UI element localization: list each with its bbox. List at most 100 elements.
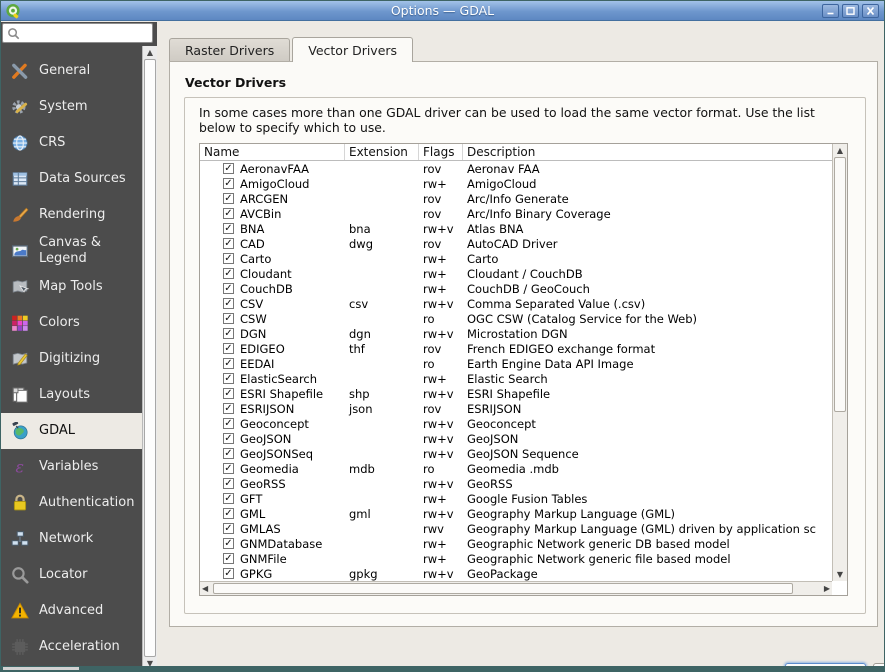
sidebar-item-advanced[interactable]: Advanced bbox=[1, 593, 142, 629]
sidebar-item-colors[interactable]: Colors bbox=[1, 305, 142, 341]
driver-checkbox[interactable] bbox=[223, 433, 234, 444]
scroll-left-icon[interactable]: ◀ bbox=[202, 585, 208, 593]
driver-checkbox[interactable] bbox=[223, 268, 234, 279]
table-row[interactable]: AeronavFAA rov Aeronav FAA bbox=[200, 161, 832, 176]
sidebar-scrollbar[interactable]: ▲ ▼ bbox=[142, 46, 157, 671]
driver-checkbox[interactable] bbox=[223, 508, 234, 519]
table-row[interactable]: Cloudant rw+ Cloudant / CouchDB bbox=[200, 266, 832, 281]
driver-checkbox[interactable] bbox=[223, 298, 234, 309]
sidebar-item-network[interactable]: Network bbox=[1, 521, 142, 557]
maximize-button[interactable] bbox=[842, 4, 859, 18]
sidebar-search[interactable] bbox=[2, 23, 153, 43]
driver-flags: rwv bbox=[419, 522, 463, 536]
column-header-name[interactable]: Name bbox=[200, 144, 345, 160]
table-row[interactable]: GeoJSONSeq rw+v GeoJSON Sequence bbox=[200, 446, 832, 461]
table-row[interactable]: ESRI Shapefile shp rw+v ESRI Shapefile bbox=[200, 386, 832, 401]
table-row[interactable]: GeoJSON rw+v GeoJSON bbox=[200, 431, 832, 446]
table-row[interactable]: GNMDatabase rw+ Geographic Network gener… bbox=[200, 536, 832, 551]
sidebar-item-variables[interactable]: ε Variables bbox=[1, 449, 142, 485]
title-bar[interactable]: Options — GDAL bbox=[1, 1, 884, 21]
driver-checkbox[interactable] bbox=[223, 493, 234, 504]
driver-checkbox[interactable] bbox=[223, 478, 234, 489]
sidebar-item-gdal[interactable]: GDAL bbox=[1, 413, 142, 449]
driver-checkbox[interactable] bbox=[223, 343, 234, 354]
sidebar-item-system[interactable]: System bbox=[1, 89, 142, 125]
table-row[interactable]: GPKG gpkg rw+v GeoPackage bbox=[200, 566, 832, 581]
driver-checkbox[interactable] bbox=[223, 238, 234, 249]
driver-checkbox[interactable] bbox=[223, 208, 234, 219]
table-horizontal-scrollbar[interactable]: ◀ ▶ bbox=[200, 581, 832, 595]
column-header-description[interactable]: Description bbox=[463, 144, 832, 160]
driver-checkbox[interactable] bbox=[223, 313, 234, 324]
driver-checkbox[interactable] bbox=[223, 178, 234, 189]
driver-checkbox[interactable] bbox=[223, 538, 234, 549]
driver-flags: rw+v bbox=[419, 447, 463, 461]
table-row[interactable]: EDIGEO thf rov French EDIGEO exchange fo… bbox=[200, 341, 832, 356]
table-row[interactable]: GeoRSS rw+v GeoRSS bbox=[200, 476, 832, 491]
sidebar-item-crs[interactable]: CRS bbox=[1, 125, 142, 161]
driver-checkbox[interactable] bbox=[223, 523, 234, 534]
table-row[interactable]: Geoconcept rw+v Geoconcept bbox=[200, 416, 832, 431]
driver-checkbox[interactable] bbox=[223, 373, 234, 384]
driver-flags: ro bbox=[419, 357, 463, 371]
driver-checkbox[interactable] bbox=[223, 253, 234, 264]
table-row[interactable]: ARCGEN rov Arc/Info Generate bbox=[200, 191, 832, 206]
table-row[interactable]: EEDAI ro Earth Engine Data API Image bbox=[200, 356, 832, 371]
sidebar-item-data-sources[interactable]: Data Sources bbox=[1, 161, 142, 197]
driver-checkbox[interactable] bbox=[223, 283, 234, 294]
driver-checkbox[interactable] bbox=[223, 388, 234, 399]
column-header-flags[interactable]: Flags bbox=[419, 144, 463, 160]
table-row[interactable]: GML gml rw+v Geography Markup Language (… bbox=[200, 506, 832, 521]
driver-checkbox[interactable] bbox=[223, 403, 234, 414]
table-row[interactable]: GFT rw+ Google Fusion Tables bbox=[200, 491, 832, 506]
scroll-up-icon[interactable]: ▲ bbox=[143, 49, 157, 57]
table-row[interactable]: CSV csv rw+v Comma Separated Value (.csv… bbox=[200, 296, 832, 311]
close-button[interactable] bbox=[862, 4, 879, 18]
tab-raster-drivers[interactable]: Raster Drivers bbox=[169, 38, 290, 61]
driver-checkbox[interactable] bbox=[223, 463, 234, 474]
sidebar-item-layouts[interactable]: Layouts bbox=[1, 377, 142, 413]
table-row[interactable]: CAD dwg rov AutoCAD Driver bbox=[200, 236, 832, 251]
scroll-up-icon[interactable]: ▲ bbox=[833, 147, 847, 155]
driver-checkbox[interactable] bbox=[223, 418, 234, 429]
sidebar-item-canvas-legend[interactable]: Canvas & Legend bbox=[1, 233, 142, 269]
driver-checkbox[interactable] bbox=[223, 358, 234, 369]
table-row[interactable]: ESRIJSON json rov ESRIJSON bbox=[200, 401, 832, 416]
sidebar-item-map-tools[interactable]: Map Tools bbox=[1, 269, 142, 305]
table-row[interactable]: CouchDB rw+ CouchDB / GeoCouch bbox=[200, 281, 832, 296]
driver-checkbox[interactable] bbox=[223, 448, 234, 459]
sidebar-item-digitizing[interactable]: Digitizing bbox=[1, 341, 142, 377]
sidebar-item-locator[interactable]: Locator bbox=[1, 557, 142, 593]
sidebar-item-acceleration[interactable]: Acceleration bbox=[1, 629, 142, 665]
table-row[interactable]: Carto rw+ Carto bbox=[200, 251, 832, 266]
driver-checkbox[interactable] bbox=[223, 163, 234, 174]
sidebar-item-rendering[interactable]: Rendering bbox=[1, 197, 142, 233]
driver-checkbox[interactable] bbox=[223, 193, 234, 204]
driver-checkbox[interactable] bbox=[223, 223, 234, 234]
scroll-down-icon[interactable]: ▼ bbox=[833, 571, 847, 579]
table-row[interactable]: CSW ro OGC CSW (Catalog Service for the … bbox=[200, 311, 832, 326]
scrollbar-thumb[interactable] bbox=[144, 59, 156, 657]
sidebar-item-authentication[interactable]: Authentication bbox=[1, 485, 142, 521]
scroll-right-icon[interactable]: ▶ bbox=[824, 585, 830, 593]
search-input[interactable] bbox=[20, 26, 140, 40]
table-row[interactable]: BNA bna rw+v Atlas BNA bbox=[200, 221, 832, 236]
sidebar-item-general[interactable]: General bbox=[1, 53, 142, 89]
resize-grip[interactable] bbox=[3, 667, 79, 670]
driver-checkbox[interactable] bbox=[223, 568, 234, 579]
column-header-extension[interactable]: Extension bbox=[345, 144, 419, 160]
tab-vector-drivers[interactable]: Vector Drivers bbox=[292, 37, 413, 62]
table-row[interactable]: AVCBin rov Arc/Info Binary Coverage bbox=[200, 206, 832, 221]
minimize-button[interactable] bbox=[822, 4, 839, 18]
table-row[interactable]: GNMFile rw+ Geographic Network generic f… bbox=[200, 551, 832, 566]
table-row[interactable]: DGN dgn rw+v Microstation DGN bbox=[200, 326, 832, 341]
table-row[interactable]: Geomedia mdb ro Geomedia .mdb bbox=[200, 461, 832, 476]
table-row[interactable]: AmigoCloud rw+ AmigoCloud bbox=[200, 176, 832, 191]
scrollbar-thumb[interactable] bbox=[213, 583, 793, 594]
table-vertical-scrollbar[interactable]: ▲ ▼ bbox=[832, 144, 847, 581]
driver-checkbox[interactable] bbox=[223, 553, 234, 564]
scrollbar-thumb[interactable] bbox=[834, 157, 846, 412]
table-row[interactable]: GMLAS rwv Geography Markup Language (GML… bbox=[200, 521, 832, 536]
driver-checkbox[interactable] bbox=[223, 328, 234, 339]
table-row[interactable]: ElasticSearch rw+ Elastic Search bbox=[200, 371, 832, 386]
